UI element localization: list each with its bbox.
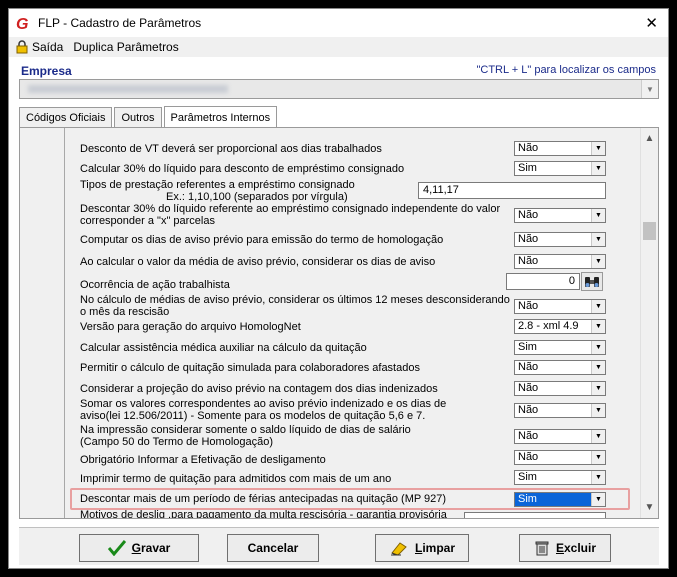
param-select[interactable]: Sim ▼ <box>514 340 606 355</box>
scroll-down-icon[interactable]: ▼ <box>641 499 658 516</box>
param-label-line2: corresponder a "x" parcelas <box>80 215 215 227</box>
tab-parametros-internos[interactable]: Parâmetros Internos <box>163 106 278 128</box>
chevron-down-icon[interactable]: ▼ <box>591 430 605 443</box>
param-label: Imprimir termo de quitação para admitido… <box>80 473 392 485</box>
param-text-input[interactable]: 4,11,17 <box>418 182 606 199</box>
empresa-select[interactable]: ▼ <box>19 79 659 99</box>
window-title: FLP - Cadastro de Parâmetros <box>38 16 202 30</box>
clear-button-label: impar <box>422 541 456 555</box>
param-label: Calcular 30% do líquido para desconto de… <box>80 163 405 175</box>
chevron-down-icon[interactable]: ▼ <box>591 162 605 175</box>
chevron-down-icon[interactable]: ▼ <box>591 142 605 155</box>
cancel-button-label: Cancelar <box>247 541 299 555</box>
svg-text:G: G <box>16 16 28 31</box>
param-label: Desconto de VT deverá ser proporcional a… <box>80 143 382 155</box>
param-select[interactable]: 2.8 - xml 4.9 ▼ <box>514 319 606 334</box>
clear-button[interactable]: Limpar <box>375 534 469 562</box>
param-label: Somar os valores correspondentes ao avis… <box>80 398 447 410</box>
parameters-panel: Desconto de VT deverá ser proporcional a… <box>19 127 659 519</box>
chevron-down-icon[interactable]: ▼ <box>591 361 605 374</box>
trash-icon <box>534 540 550 556</box>
save-button[interactable]: Gravar <box>79 534 199 562</box>
param-label-line2: o mês da rescisão <box>80 306 170 318</box>
param-label: Motivos de deslig .para pagamento da mul… <box>80 509 447 519</box>
param-sublabel: Ex.: 1,10,100 (separados por vírgula) <box>166 191 348 203</box>
chevron-down-icon[interactable]: ▼ <box>591 320 605 333</box>
param-text-input[interactable] <box>464 512 606 518</box>
tab-outros[interactable]: Outros <box>114 107 162 127</box>
param-label: Considerar a projeção do aviso prévio na… <box>80 383 438 395</box>
chevron-down-icon[interactable]: ▼ <box>591 451 605 464</box>
param-label: Calcular assistência médica auxiliar na … <box>80 342 367 354</box>
param-label: Versão para geração do arquivo HomologNe… <box>80 321 301 333</box>
scroll-thumb[interactable] <box>643 222 656 240</box>
left-strip <box>20 128 65 518</box>
chevron-down-icon[interactable]: ▼ <box>591 233 605 246</box>
param-select[interactable]: Sim ▼ <box>514 470 606 485</box>
chevron-down-icon[interactable]: ▼ <box>591 493 605 506</box>
param-select[interactable]: Não ▼ <box>514 429 606 444</box>
param-label: Ao calcular o valor da média de aviso pr… <box>80 256 436 268</box>
binoculars-icon[interactable] <box>581 272 603 291</box>
param-select[interactable]: Não ▼ <box>514 208 606 223</box>
menu-bar: Saída Duplica Parâmetros <box>9 37 668 57</box>
param-select[interactable]: Não ▼ <box>514 254 606 269</box>
button-bar: Gravar Cancelar Limpar Excluir <box>19 527 659 565</box>
param-label: No cálculo de médias de aviso prévio, co… <box>80 294 510 306</box>
param-label: Computar os dias de aviso prévio para em… <box>80 234 444 246</box>
cancel-button[interactable]: Cancelar <box>227 534 319 562</box>
chevron-down-icon[interactable]: ▼ <box>591 209 605 222</box>
chevron-down-icon[interactable]: ▼ <box>591 382 605 395</box>
vertical-scrollbar[interactable]: ▲ ▼ <box>640 128 658 518</box>
param-label-line2: aviso(lei 12.506/2011) - Somente para os… <box>80 410 426 422</box>
empresa-value-redacted <box>28 85 228 93</box>
tab-codigos-oficiais[interactable]: Códigos Oficiais <box>19 107 113 127</box>
param-select[interactable]: Não ▼ <box>514 403 606 418</box>
param-select[interactable]: Sim ▼ <box>514 492 606 507</box>
chevron-down-icon[interactable]: ▼ <box>591 471 605 484</box>
save-button-label: ravar <box>140 541 171 555</box>
clear-button-mnemonic: L <box>414 541 423 555</box>
param-number-input[interactable]: 0 <box>506 273 580 290</box>
empresa-label: Empresa <box>21 64 72 78</box>
tab-bar: Códigos Oficiais Outros Parâmetros Inter… <box>19 105 279 128</box>
close-button[interactable]: ✕ <box>645 14 658 32</box>
chevron-down-icon[interactable]: ▼ <box>591 404 605 417</box>
param-label: Na impressão considerar somente o saldo … <box>80 424 411 436</box>
g-app-icon: G <box>14 14 32 32</box>
menu-exit[interactable]: Saída <box>13 40 66 54</box>
search-hint: "CTRL + L" para localizar os campos <box>476 64 656 76</box>
param-label: Ocorrência de ação trabalhista <box>80 279 230 291</box>
delete-button[interactable]: Excluir <box>519 534 611 562</box>
chevron-down-icon[interactable]: ▼ <box>591 255 605 268</box>
delete-button-mnemonic: E <box>555 541 564 555</box>
param-label-line2: (Campo 50 do Termo de Homologação) <box>80 436 274 448</box>
param-select[interactable]: Não ▼ <box>514 232 606 247</box>
chevron-down-icon[interactable]: ▼ <box>591 300 605 313</box>
eraser-icon <box>389 540 409 556</box>
delete-button-label: xcluir <box>564 541 597 555</box>
param-label: Obrigatório Informar a Efetivação de des… <box>80 454 326 466</box>
save-button-mnemonic: G <box>131 541 141 555</box>
checkmark-icon <box>107 540 126 556</box>
title-bar: G FLP - Cadastro de Parâmetros ✕ <box>9 9 668 37</box>
menu-exit-label: Saída <box>32 40 64 54</box>
param-label: Permitir o cálculo de quitação simulada … <box>80 362 420 374</box>
chevron-down-icon[interactable]: ▼ <box>641 80 658 98</box>
chevron-down-icon[interactable]: ▼ <box>591 341 605 354</box>
param-select[interactable]: Não ▼ <box>514 299 606 314</box>
param-select[interactable]: Não ▼ <box>514 450 606 465</box>
param-label: Tipos de prestação referentes a emprésti… <box>80 179 355 191</box>
menu-duplicate[interactable]: Duplica Parâmetros <box>70 40 181 54</box>
param-select[interactable]: Não ▼ <box>514 381 606 396</box>
param-label: Descontar mais de um período de férias a… <box>80 493 447 505</box>
param-select[interactable]: Não ▼ <box>514 360 606 375</box>
param-label: Descontar 30% do líquido referente ao em… <box>80 203 501 215</box>
lock-icon <box>16 40 28 54</box>
param-select[interactable]: Sim ▼ <box>514 161 606 176</box>
scroll-up-icon[interactable]: ▲ <box>641 130 658 147</box>
window: G FLP - Cadastro de Parâmetros ✕ Saída D… <box>8 8 669 569</box>
param-select[interactable]: Não ▼ <box>514 141 606 156</box>
